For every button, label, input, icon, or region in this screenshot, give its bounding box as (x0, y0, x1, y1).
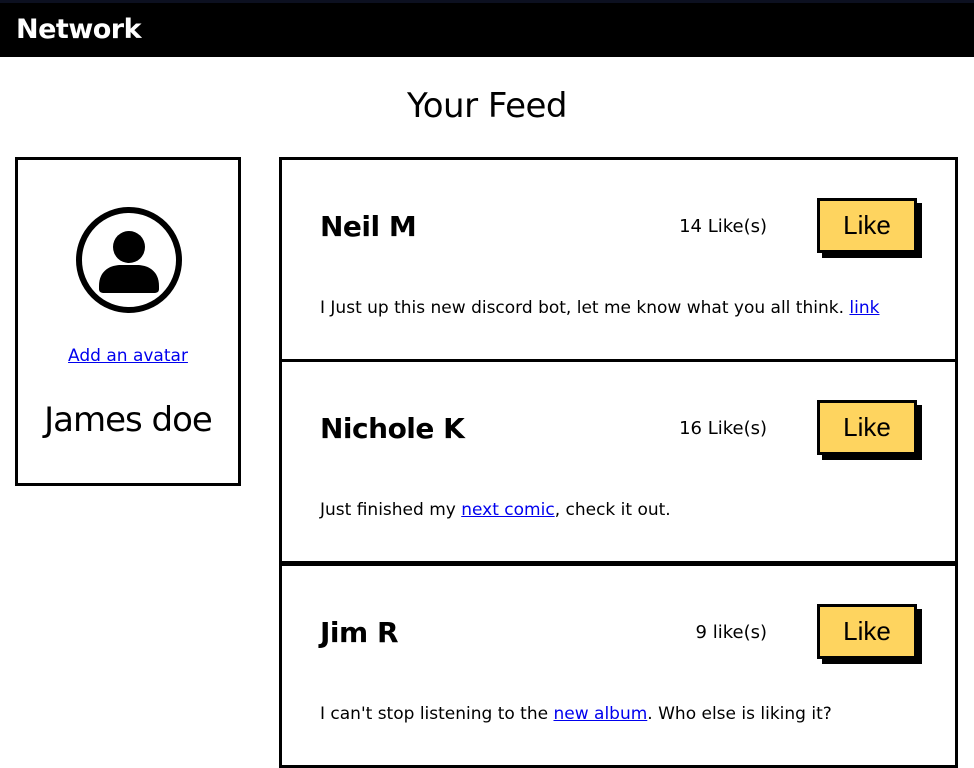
post-author[interactable]: Neil M (320, 210, 417, 243)
page-title: Your Feed (406, 86, 568, 126)
add-avatar-link[interactable]: Add an avatar (18, 346, 238, 366)
profile-card: Add an avatar James doe (15, 157, 241, 486)
feed-list: Neil M 14 Like(s) Like I Just up this ne… (279, 157, 958, 768)
post-text-after: . Who else is liking it? (647, 704, 832, 724)
post-text: I Just up this new discord bot, let me k… (320, 298, 850, 318)
post-card: Neil M 14 Like(s) Like I Just up this ne… (279, 157, 958, 362)
like-button[interactable]: Like (817, 604, 917, 659)
post-author[interactable]: Nichole K (320, 412, 465, 445)
like-count: 9 like(s) (695, 622, 767, 643)
post-text-after: , check it out. (554, 500, 671, 520)
post-card: Nichole K 16 Like(s) Like Just finished … (279, 359, 958, 564)
like-button[interactable]: Like (817, 400, 917, 455)
like-button[interactable]: Like (817, 198, 917, 253)
top-navbar: Network (0, 0, 974, 57)
user-avatar-icon (76, 207, 182, 313)
post-text: Just finished my (320, 500, 462, 520)
brand-logo[interactable]: Network (16, 14, 142, 45)
post-body: I Just up this new discord bot, let me k… (320, 298, 879, 318)
profile-name: James doe (44, 400, 213, 440)
post-link[interactable]: new album (553, 704, 647, 724)
post-author[interactable]: Jim R (320, 616, 399, 649)
post-text: I can't stop listening to the (320, 704, 554, 724)
post-body: Just finished my next comic, check it ou… (320, 500, 671, 520)
like-count: 16 Like(s) (679, 418, 767, 439)
post-card: Jim R 9 like(s) Like I can't stop listen… (279, 563, 958, 768)
post-link[interactable]: link (849, 298, 879, 318)
like-count: 14 Like(s) (679, 216, 767, 237)
post-body: I can't stop listening to the new album.… (320, 704, 832, 724)
post-link[interactable]: next comic (461, 500, 554, 520)
